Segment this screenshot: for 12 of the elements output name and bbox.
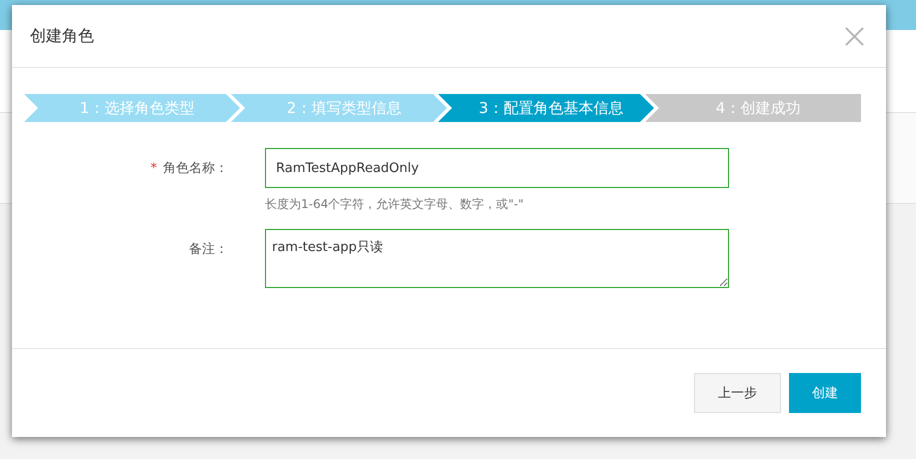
dialog-title: 创建角色 xyxy=(30,26,94,46)
hint-text: 长度为1-64个字符，允许英文字母、数字，或"-" xyxy=(265,196,525,213)
step-indicator: 1：选择角色类型 xyxy=(24,94,240,122)
text-field[interactable]: RamTestAppReadOnly xyxy=(265,148,729,188)
step-indicator: 3：配置角色基本信息 xyxy=(438,94,654,122)
close-icon[interactable] xyxy=(845,26,864,46)
field-label: 角色名称： xyxy=(163,161,228,176)
back-button[interactable]: 上一步 xyxy=(694,373,781,413)
text-area[interactable]: ram-test-app只读 xyxy=(265,229,729,288)
field-label: 备注： xyxy=(189,242,228,257)
step-indicator: 2：填写类型信息 xyxy=(231,94,447,122)
required-mark: * xyxy=(150,161,157,176)
